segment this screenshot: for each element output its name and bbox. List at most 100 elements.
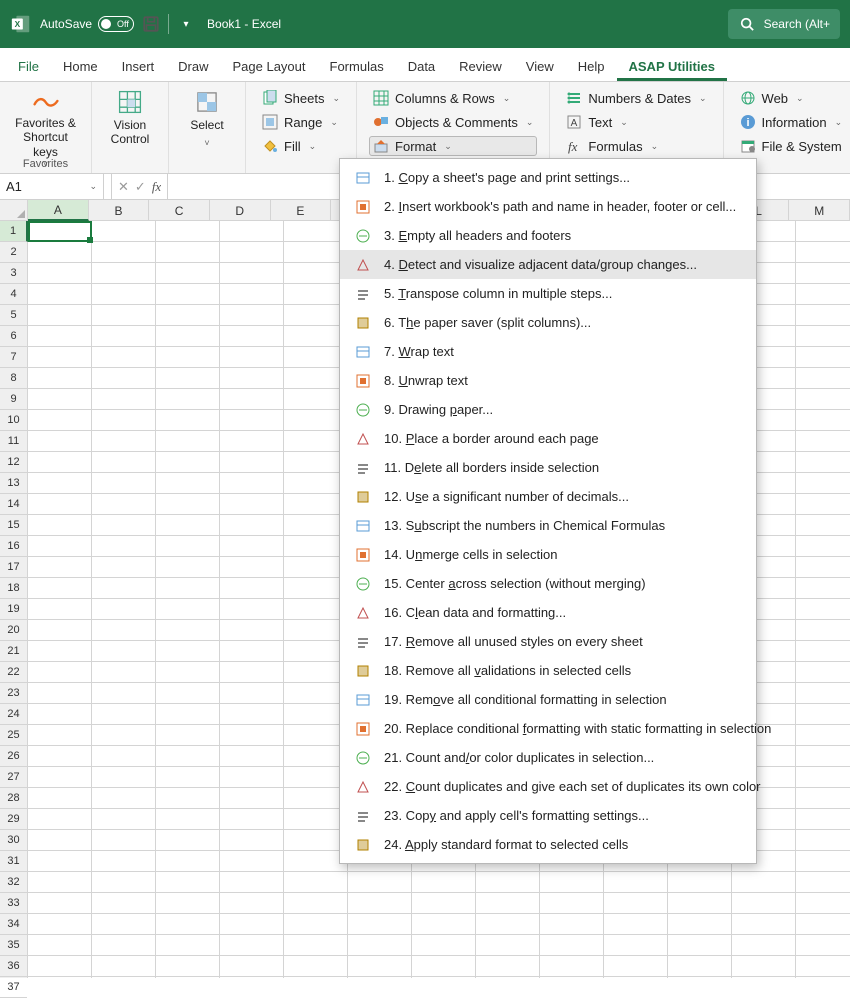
menu-item-19[interactable]: 19. Remove all conditional formatting in… — [340, 685, 756, 714]
column-header[interactable]: E — [271, 200, 332, 221]
tab-page-layout[interactable]: Page Layout — [221, 51, 318, 81]
tab-formulas[interactable]: Formulas — [318, 51, 396, 81]
fill-button[interactable]: Fill⌄ — [258, 136, 344, 156]
information-button[interactable]: iInformation⌄ — [736, 112, 850, 132]
row-headers[interactable]: 1234567891011121314151617181920212223242… — [0, 221, 28, 978]
row-header[interactable]: 22 — [0, 662, 27, 683]
row-header[interactable]: 4 — [0, 284, 27, 305]
row-header[interactable]: 19 — [0, 599, 27, 620]
row-header[interactable]: 35 — [0, 935, 27, 956]
favorites-button[interactable]: Favorites & Shortcut keys ˅ — [8, 86, 83, 158]
row-header[interactable]: 27 — [0, 767, 27, 788]
row-header[interactable]: 20 — [0, 620, 27, 641]
row-header[interactable]: 10 — [0, 410, 27, 431]
column-header[interactable]: D — [210, 200, 271, 221]
row-header[interactable]: 14 — [0, 494, 27, 515]
select-button[interactable]: Select ˅ — [177, 86, 237, 157]
tab-data[interactable]: Data — [396, 51, 447, 81]
row-header[interactable]: 17 — [0, 557, 27, 578]
menu-item-7[interactable]: 7. Wrap text — [340, 337, 756, 366]
row-header[interactable]: 16 — [0, 536, 27, 557]
fx-icon[interactable]: fx — [152, 179, 161, 195]
row-header[interactable]: 1 — [0, 221, 28, 242]
row-header[interactable]: 9 — [0, 389, 27, 410]
menu-item-8[interactable]: 8. Unwrap text — [340, 366, 756, 395]
menu-item-22[interactable]: 22. Count duplicates and give each set o… — [340, 772, 756, 801]
row-header[interactable]: 5 — [0, 305, 27, 326]
menu-item-17[interactable]: 17. Remove all unused styles on every sh… — [340, 627, 756, 656]
tab-home[interactable]: Home — [51, 51, 110, 81]
tab-draw[interactable]: Draw — [166, 51, 220, 81]
row-header[interactable]: 11 — [0, 431, 27, 452]
sheets-button[interactable]: Sheets⌄ — [258, 88, 344, 108]
menu-item-13[interactable]: 13. Subscript the numbers in Chemical Fo… — [340, 511, 756, 540]
menu-item-3[interactable]: 3. Empty all headers and footers — [340, 221, 756, 250]
tab-insert[interactable]: Insert — [110, 51, 167, 81]
menu-item-24[interactable]: 24. Apply standard format to selected ce… — [340, 830, 756, 859]
column-header[interactable]: A — [28, 200, 89, 221]
row-header[interactable]: 6 — [0, 326, 27, 347]
select-all-button[interactable] — [0, 200, 28, 221]
row-header[interactable]: 23 — [0, 683, 27, 704]
range-button[interactable]: Range⌄ — [258, 112, 344, 132]
row-header[interactable]: 13 — [0, 473, 27, 494]
menu-item-4[interactable]: 4. Detect and visualize adjacent data/gr… — [340, 250, 756, 279]
row-header[interactable]: 36 — [0, 956, 27, 977]
columnsrows-button[interactable]: Columns & Rows⌄ — [369, 88, 537, 108]
row-header[interactable]: 24 — [0, 704, 27, 725]
row-header[interactable]: 28 — [0, 788, 27, 809]
menu-item-9[interactable]: 9. Drawing paper... — [340, 395, 756, 424]
row-header[interactable]: 31 — [0, 851, 27, 872]
numbers-button[interactable]: Numbers & Dates⌄ — [562, 88, 710, 108]
column-header[interactable]: B — [89, 200, 150, 221]
tab-help[interactable]: Help — [566, 51, 617, 81]
menu-item-21[interactable]: 21. Count and/or color duplicates in sel… — [340, 743, 756, 772]
menu-item-14[interactable]: 14. Unmerge cells in selection — [340, 540, 756, 569]
menu-item-18[interactable]: 18. Remove all validations in selected c… — [340, 656, 756, 685]
menu-item-15[interactable]: 15. Center across selection (without mer… — [340, 569, 756, 598]
menu-item-10[interactable]: 10. Place a border around each page — [340, 424, 756, 453]
row-header[interactable]: 12 — [0, 452, 27, 473]
menu-item-2[interactable]: 2. Insert workbook's path and name in he… — [340, 192, 756, 221]
row-header[interactable]: 25 — [0, 725, 27, 746]
menu-item-6[interactable]: 6. The paper saver (split columns)... — [340, 308, 756, 337]
vision-control-button[interactable]: Vision Control — [100, 86, 160, 157]
row-header[interactable]: 29 — [0, 809, 27, 830]
menu-item-5[interactable]: 5. Transpose column in multiple steps... — [340, 279, 756, 308]
filesystem-button[interactable]: File & System⌄ — [736, 136, 850, 156]
text-button[interactable]: AText⌄ — [562, 112, 710, 132]
menu-item-1[interactable]: 1. Copy a sheet's page and print setting… — [340, 163, 756, 192]
row-header[interactable]: 26 — [0, 746, 27, 767]
save-icon[interactable] — [142, 15, 160, 33]
web-button[interactable]: Web⌄ — [736, 88, 850, 108]
tab-asap-utilities[interactable]: ASAP Utilities — [617, 51, 727, 81]
row-header[interactable]: 7 — [0, 347, 27, 368]
row-header[interactable]: 32 — [0, 872, 27, 893]
row-header[interactable]: 37 — [0, 977, 27, 998]
name-box[interactable]: A1 ⌄ — [0, 174, 104, 199]
search-box[interactable]: Search (Alt+ — [728, 9, 840, 39]
menu-item-23[interactable]: 23. Copy and apply cell's formatting set… — [340, 801, 756, 830]
row-header[interactable]: 33 — [0, 893, 27, 914]
row-header[interactable]: 21 — [0, 641, 27, 662]
autosave-toggle[interactable]: AutoSave Off — [40, 16, 134, 32]
row-header[interactable]: 8 — [0, 368, 27, 389]
row-header[interactable]: 2 — [0, 242, 27, 263]
objects-button[interactable]: Objects & Comments⌄ — [369, 112, 537, 132]
tab-file[interactable]: File — [6, 51, 51, 81]
row-header[interactable]: 30 — [0, 830, 27, 851]
menu-item-16[interactable]: 16. Clean data and formatting... — [340, 598, 756, 627]
tab-review[interactable]: Review — [447, 51, 514, 81]
tab-view[interactable]: View — [514, 51, 566, 81]
active-cell[interactable] — [28, 221, 92, 242]
column-header[interactable]: C — [149, 200, 210, 221]
cancel-icon[interactable]: ✕ — [118, 179, 129, 195]
menu-item-11[interactable]: 11. Delete all borders inside selection — [340, 453, 756, 482]
row-header[interactable]: 3 — [0, 263, 27, 284]
enter-icon[interactable]: ✓ — [135, 179, 146, 195]
customize-qat-icon[interactable]: ▾ — [177, 15, 195, 33]
menu-item-12[interactable]: 12. Use a significant number of decimals… — [340, 482, 756, 511]
formulas-button[interactable]: fxFormulas⌄ — [562, 136, 710, 156]
menu-item-20[interactable]: 20. Replace conditional formatting with … — [340, 714, 756, 743]
row-header[interactable]: 18 — [0, 578, 27, 599]
